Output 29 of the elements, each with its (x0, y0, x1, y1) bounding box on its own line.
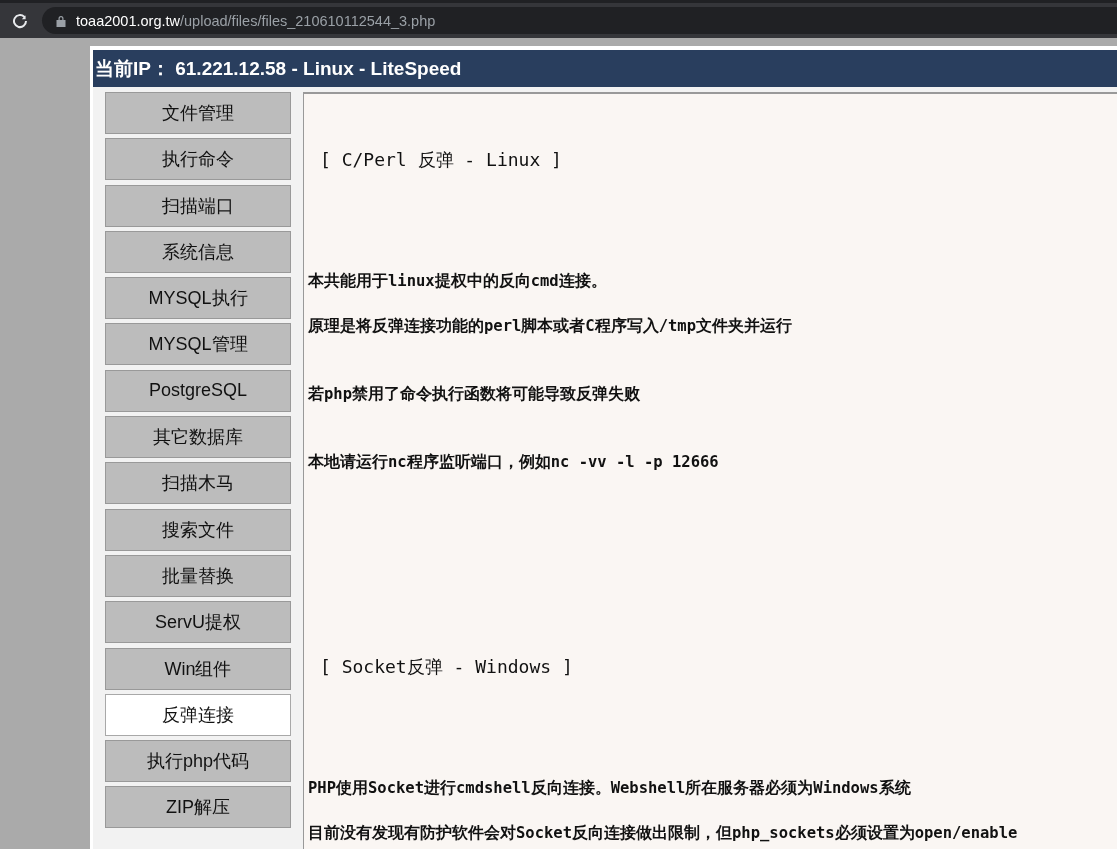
sidebar-menu-button[interactable]: ServU提权 (105, 601, 291, 644)
description-text: 本共能用于linux提权中的反向cmd连接。 (308, 271, 608, 291)
description-text: 原理是将反弹连接功能的perl脚本或者C程序写入/tmp文件夹并运行 (308, 316, 793, 336)
section-heading: [ C/Perl 反弹 - Linux ] (320, 148, 563, 172)
sidebar-menu-button[interactable]: 执行命令 (105, 138, 291, 181)
sidebar-menu-button[interactable]: 搜索文件 (105, 508, 291, 551)
lock-icon (56, 14, 66, 27)
sidebar-menu-button[interactable]: 扫描端口 (105, 184, 291, 227)
description-text: 目前没有发现有防护软件会对Socket反向连接做出限制，但php_sockets必须设置为open/enable (308, 823, 1019, 843)
reload-icon[interactable] (12, 12, 28, 29)
sidebar-menu-button[interactable]: 批量替换 (105, 554, 291, 597)
sidebar-menu-button[interactable]: MYSQL管理 (105, 323, 291, 366)
url-text: toaa2001.org.tw/upload/files/files_210610112544_3.php (76, 12, 436, 29)
description-text: 本地请运行nc程序监听端口，例如nc -vv -l -p 12666 (308, 452, 720, 472)
sidebar-menu-button[interactable]: Win组件 (105, 647, 291, 690)
sidebar-menu-button[interactable]: 其它数据库 (105, 416, 291, 459)
description-text: 若php禁用了命令执行函数将可能导致反弹失败 (308, 384, 641, 404)
sidebar-menu-button[interactable]: MYSQL执行 (105, 277, 291, 320)
sidebar-menu-button[interactable]: ZIP解压 (105, 786, 291, 829)
sidebar-menu-button[interactable]: 扫描木马 (105, 462, 291, 505)
sidebar-menu-button[interactable]: PostgreSQL (105, 369, 291, 412)
address-bar[interactable]: toaa2001.org.tw/upload/files/files_210610112544_3.php (42, 7, 1117, 34)
sidebar-menu-button[interactable]: 文件管理 (105, 92, 291, 134)
description-text: PHP使用Socket进行cmdshell反向连接。Webshell所在服务器必须为Windows系统 (308, 778, 912, 798)
section-heading: [ Socket反弹 - Windows ] (320, 655, 574, 679)
server-info-header: 当前IP： 61.221.12.58 - Linux - LiteSpeed (93, 50, 1117, 87)
sidebar-menu-button[interactable]: 系统信息 (105, 230, 291, 273)
sidebar-menu-button[interactable]: 执行php代码 (105, 740, 291, 783)
sidebar-menu-button[interactable]: 反弹连接 (105, 693, 291, 736)
